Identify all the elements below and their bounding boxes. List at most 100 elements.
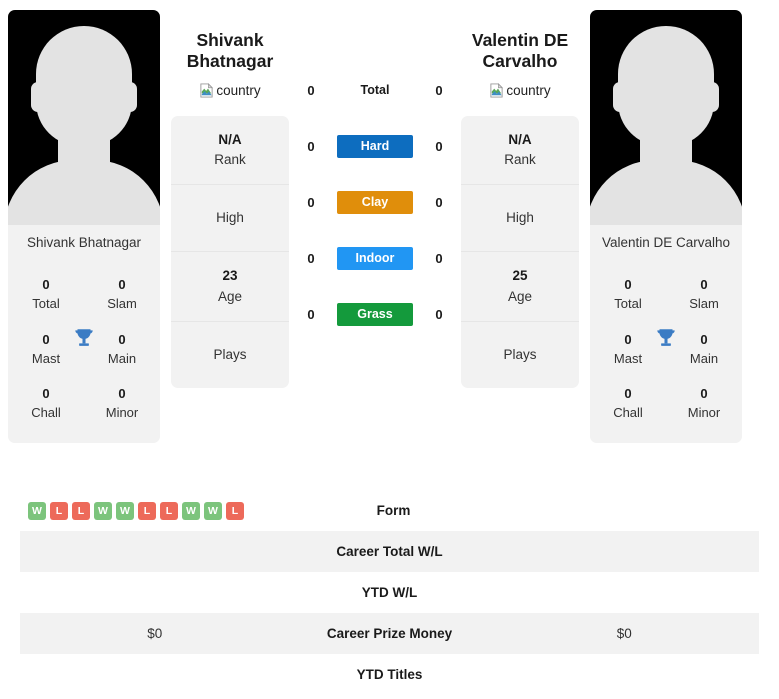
left-player-name-line1: Shivank — [196, 30, 264, 50]
form-badge-win[interactable]: W — [28, 501, 46, 520]
comparison-label-ytd-wl: YTD W/L — [361, 585, 418, 600]
right-player-name-line2: Carvalho — [482, 51, 558, 72]
comparison-label-form: Form — [376, 503, 411, 518]
right-info-age: 25 Age — [461, 252, 579, 322]
right-titles-slam: 0 Slam — [666, 267, 742, 322]
surface-row-indoor: 0 Indoor 0 — [292, 230, 458, 286]
surface-total-label: Total — [360, 83, 390, 97]
left-form-badges: WLLWWLLWWL — [28, 501, 244, 520]
surface-hard-badge: Hard — [337, 134, 413, 158]
top-comparison-area: Shivank Bhatnagar 0 Total 0 Slam 0 Mast … — [0, 0, 779, 444]
right-info-rank-label: Rank — [504, 151, 536, 167]
left-titles-chall-label: Chall — [31, 405, 61, 421]
form-badge-win[interactable]: W — [182, 501, 200, 520]
avatar-ear-left-shape — [613, 82, 627, 112]
left-info-plays: Plays — [171, 322, 289, 388]
comparison-row-form: WLLWWLLWWL Form — [20, 490, 759, 531]
right-surface-indoor-value: 0 — [435, 250, 443, 266]
left-player-photo-placeholder — [8, 10, 160, 225]
right-player-photo-placeholder — [590, 10, 742, 225]
right-player-name: Valentin DE Carvalho — [458, 30, 582, 73]
right-info-plays: Plays — [461, 322, 579, 388]
left-info-rank: N/A Rank — [171, 116, 289, 186]
left-player-titles-grid: 0 Total 0 Slam 0 Mast 0 Main 0 Chall 0 M… — [8, 261, 160, 444]
left-surface-clay-value: 0 — [307, 194, 315, 210]
right-info-high: High — [461, 185, 579, 253]
left-surface-indoor-value: 0 — [307, 250, 315, 266]
left-player-photo-caption: Shivank Bhatnagar — [8, 225, 160, 261]
right-player-photo-caption: Valentin DE Carvalho — [590, 225, 742, 261]
right-titles-minor: 0 Minor — [666, 376, 742, 431]
left-titles-slam: 0 Slam — [84, 267, 160, 322]
right-titles-chall-value: 0 — [624, 386, 632, 402]
avatar-ear-right-shape — [123, 82, 137, 112]
right-player-titles-grid: 0 Total 0 Slam 0 Mast 0 Main 0 Chall 0 M… — [590, 261, 742, 444]
left-titles-minor: 0 Minor — [84, 376, 160, 431]
surface-breakdown: 0 Total 0 0 Hard 0 0 Clay 0 0 Indoor 0 0 — [292, 62, 458, 342]
right-player-country-flag: country — [489, 82, 551, 98]
right-career-prize-money-value: $0 — [616, 626, 632, 641]
left-titles-chall-value: 0 — [42, 386, 50, 402]
left-info-age-label: Age — [217, 288, 243, 304]
right-surface-grass-value: 0 — [435, 306, 443, 322]
broken-image-icon — [489, 82, 504, 98]
left-player-photo-card[interactable]: Shivank Bhatnagar 0 Total 0 Slam 0 Mast … — [8, 10, 160, 444]
right-info-rank: N/A Rank — [461, 116, 579, 186]
comparison-label-career-prize-money: Career Prize Money — [326, 626, 453, 641]
broken-image-icon — [199, 82, 214, 98]
right-player-country-alt-text: country — [506, 82, 551, 98]
form-badge-loss[interactable]: L — [72, 501, 90, 520]
form-badge-win[interactable]: W — [116, 501, 134, 520]
right-titles-total-label: Total — [614, 295, 642, 311]
right-titles-minor-value: 0 — [700, 386, 708, 402]
surface-row-hard: 0 Hard 0 — [292, 118, 458, 174]
surface-row-clay: 0 Clay 0 — [292, 174, 458, 230]
right-titles-slam-value: 0 — [700, 277, 708, 292]
left-info-rank-value: N/A — [218, 131, 242, 147]
right-titles-slam-label: Slam — [689, 295, 719, 311]
trophy-icon — [75, 329, 93, 346]
comparison-row-career-total-wl: Career Total W/L — [20, 531, 759, 572]
left-titles-chall: 0 Chall — [8, 376, 84, 431]
left-titles-total-label: Total — [32, 295, 60, 311]
right-player-name-line1: Valentin DE — [471, 30, 569, 50]
right-titles-chall: 0 Chall — [590, 376, 666, 431]
form-badge-win[interactable]: W — [204, 501, 222, 520]
left-player-info-column: Shivank Bhatnagar country N/A Rank High … — [168, 10, 292, 389]
left-player-country-flag: country — [199, 82, 261, 98]
form-badge-loss[interactable]: L — [226, 501, 244, 520]
right-titles-total-value: 0 — [624, 277, 632, 292]
right-info-age-value: 25 — [512, 268, 528, 284]
left-player-name: Shivank Bhatnagar — [168, 30, 292, 73]
right-surface-clay-value: 0 — [435, 194, 443, 210]
right-surface-total-value: 0 — [435, 82, 443, 98]
surface-indoor-badge: Indoor — [337, 246, 413, 270]
right-titles-total: 0 Total — [590, 267, 666, 322]
avatar-body-shape — [8, 160, 160, 225]
left-player-name-line2: Bhatnagar — [186, 51, 274, 72]
left-info-high: High — [171, 185, 289, 253]
form-badge-loss[interactable]: L — [138, 501, 156, 520]
left-surface-grass-value: 0 — [307, 306, 315, 322]
comparison-label-career-total-wl: Career Total W/L — [336, 544, 443, 559]
surface-row-grass: 0 Grass 0 — [292, 286, 458, 342]
trophy-icon — [657, 329, 675, 346]
left-titles-slam-value: 0 — [118, 277, 126, 292]
left-info-plays-label: Plays — [213, 346, 247, 362]
form-badge-loss[interactable]: L — [50, 501, 68, 520]
comparison-row-ytd-wl: YTD W/L — [20, 572, 759, 613]
avatar-body-shape — [590, 160, 742, 225]
right-player-info-card: N/A Rank High 25 Age Plays — [461, 115, 579, 389]
left-player-country-alt-text: country — [216, 82, 261, 98]
right-player-photo-card[interactable]: Valentin DE Carvalho 0 Total 0 Slam 0 Ma… — [590, 10, 742, 444]
left-info-high-label: High — [216, 210, 244, 226]
left-titles-total: 0 Total — [8, 267, 84, 322]
form-badge-win[interactable]: W — [94, 501, 112, 520]
form-badge-loss[interactable]: L — [160, 501, 178, 520]
surface-clay-badge: Clay — [337, 190, 413, 214]
left-info-age-value: 23 — [222, 268, 238, 284]
left-info-rank-label: Rank — [214, 151, 246, 167]
left-player-info-card: N/A Rank High 23 Age Plays — [171, 115, 289, 389]
comparison-table: WLLWWLLWWL Form Career Total W/L YTD W/L… — [20, 490, 759, 695]
left-titles-minor-label: Minor — [105, 405, 139, 421]
